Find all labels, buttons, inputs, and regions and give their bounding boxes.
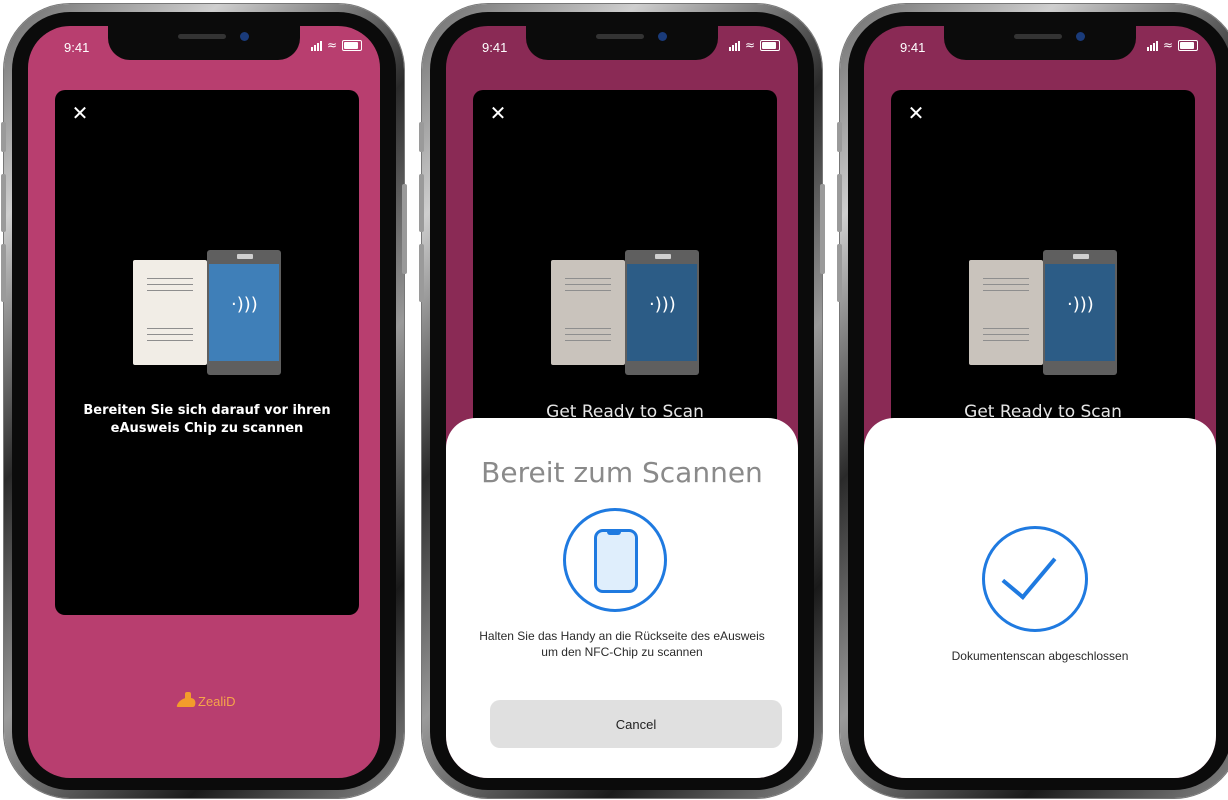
scan-complete-message: Dokumentenscan abgeschlossen xyxy=(951,649,1129,663)
volume-up-button xyxy=(837,174,842,232)
phone-icon-circle xyxy=(563,508,667,612)
status-time: 9:41 xyxy=(900,40,926,55)
mute-switch xyxy=(837,122,842,152)
cancel-button[interactable]: Cancel xyxy=(490,700,782,748)
passport-illustration xyxy=(969,260,1043,365)
front-camera xyxy=(240,32,249,41)
notch xyxy=(944,26,1136,60)
nfc-scan-sheet: Bereit zum Scannen Halten Sie das Handy … xyxy=(446,418,798,778)
volume-up-button xyxy=(1,174,6,232)
passport-illustration xyxy=(551,260,625,365)
close-icon[interactable]: ✕ xyxy=(487,102,509,124)
power-button xyxy=(402,184,407,274)
phone-illustration: ·))) xyxy=(207,250,281,375)
close-icon[interactable]: ✕ xyxy=(905,102,927,124)
earpiece xyxy=(1073,254,1089,259)
speaker xyxy=(1014,34,1062,39)
signal-icon xyxy=(728,40,740,51)
wifi-icon: ≈ xyxy=(1162,38,1173,52)
speaker xyxy=(596,34,644,39)
check-circle xyxy=(982,526,1088,632)
nfc-scan-illustration: ·))) xyxy=(969,250,1119,375)
zealid-logo: ZealiD xyxy=(176,692,236,710)
signal-icon xyxy=(1146,40,1158,51)
scan-instruction: Bereiten Sie sich darauf vor ihren eAusw… xyxy=(83,403,331,436)
battery-icon xyxy=(1178,40,1198,51)
wifi-icon: ≈ xyxy=(326,38,337,52)
brand-name: ZealiD xyxy=(198,693,236,709)
mute-switch xyxy=(419,122,424,152)
status-icons: ≈ xyxy=(1146,38,1198,52)
status-time: 9:41 xyxy=(482,40,508,55)
phone-mockup-scanning: 9:41 ≈ ✕ ·))) Get Ready to Scan Bereit z… xyxy=(419,4,825,798)
nfc-scan-illustration: ·))) xyxy=(133,250,283,375)
earpiece xyxy=(655,254,671,259)
scan-card: ✕ ·))) Bereiten Sie sich darauf vor ihre… xyxy=(55,90,359,615)
phone-screen: 9:41 ≈ ✕ ·))) Get Ready to Scan xyxy=(864,26,1216,778)
signal-icon xyxy=(310,40,322,51)
status-icons: ≈ xyxy=(728,38,780,52)
sheet-title: Bereit zum Scannen xyxy=(481,456,763,489)
volume-down-button xyxy=(1,244,6,302)
nfc-icon: ·))) xyxy=(231,294,258,315)
earpiece xyxy=(237,254,253,259)
speaker xyxy=(178,34,226,39)
notch xyxy=(108,26,300,60)
front-camera xyxy=(1076,32,1085,41)
close-icon[interactable]: ✕ xyxy=(69,102,91,124)
status-time: 9:41 xyxy=(64,40,90,55)
battery-icon xyxy=(760,40,780,51)
volume-down-button xyxy=(837,244,842,302)
scan-complete-sheet: Dokumentenscan abgeschlossen xyxy=(864,418,1216,778)
notch xyxy=(526,26,718,60)
battery-icon xyxy=(342,40,362,51)
zealid-logo-icon xyxy=(176,692,196,710)
phone-illustration: ·))) xyxy=(625,250,699,375)
nfc-scan-illustration: ·))) xyxy=(551,250,701,375)
phone-screen: 9:41 ≈ ✕ ·))) Bereiten Sie sich darauf v… xyxy=(28,26,380,778)
front-camera xyxy=(658,32,667,41)
check-icon xyxy=(1001,542,1057,600)
volume-up-button xyxy=(419,174,424,232)
volume-down-button xyxy=(419,244,424,302)
phone-screen: 9:41 ≈ ✕ ·))) Get Ready to Scan xyxy=(446,26,798,778)
nfc-icon: ·))) xyxy=(1067,294,1094,315)
phone-mockup-scan-complete: 9:41 ≈ ✕ ·))) Get Ready to Scan Dokument… xyxy=(837,4,1228,798)
phone-icon xyxy=(594,529,638,593)
mute-switch xyxy=(1,122,6,152)
status-icons: ≈ xyxy=(310,38,362,52)
nfc-icon: ·))) xyxy=(649,294,676,315)
wifi-icon: ≈ xyxy=(744,38,755,52)
scan-instruction: Halten Sie das Handy an die Rückseite de… xyxy=(479,629,765,659)
passport-illustration xyxy=(133,260,207,365)
power-button xyxy=(820,184,825,274)
phone-mockup-ready-prompt: 9:41 ≈ ✕ ·))) Bereiten Sie sich darauf v… xyxy=(1,4,407,798)
phone-illustration: ·))) xyxy=(1043,250,1117,375)
